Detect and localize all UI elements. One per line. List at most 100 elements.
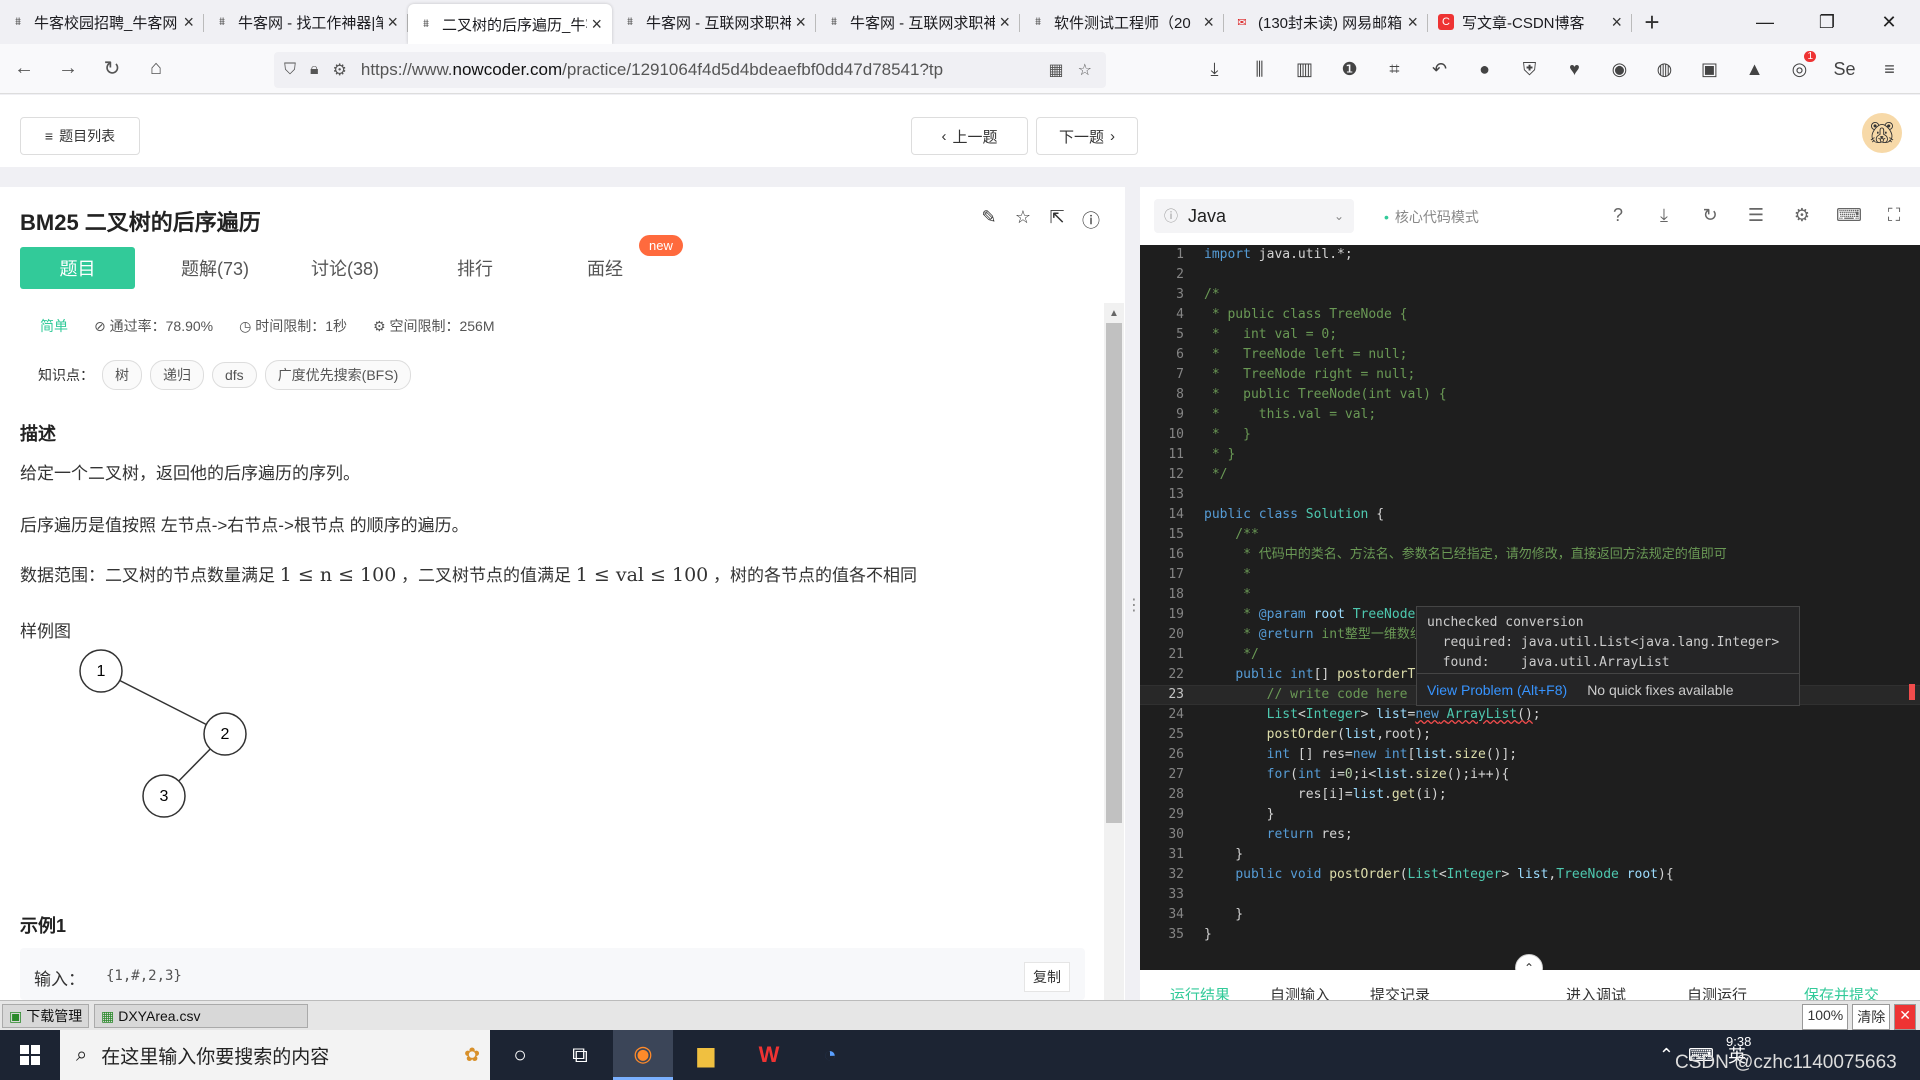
scroll-thumb[interactable] (1106, 323, 1122, 823)
close-tab-icon[interactable]: × (999, 12, 1010, 33)
extension-dots-icon[interactable]: ● (1462, 59, 1507, 80)
close-tab-icon[interactable]: × (1611, 12, 1622, 33)
close-tab-icon[interactable]: × (591, 14, 602, 35)
wps-icon[interactable]: W (739, 1030, 799, 1080)
next-problem-button[interactable]: 下一题 › (1036, 117, 1138, 155)
download-file-item[interactable]: ▦ DXYArea.csv (94, 1004, 308, 1028)
library-icon[interactable]: ⫼ (1237, 59, 1282, 80)
code-text: public class Solution { (1204, 507, 1385, 522)
reset-icon[interactable]: ↻ (1698, 205, 1722, 226)
firefox-icon[interactable]: ◉ (613, 1030, 673, 1080)
extension-shield-icon[interactable]: ⛨ (1507, 59, 1552, 80)
task-view-icon[interactable]: ⧉ (550, 1030, 610, 1080)
close-tab-icon[interactable]: × (183, 12, 194, 33)
tab-run-result[interactable]: 运行结果 (1170, 984, 1230, 1000)
forward-icon[interactable]: → (48, 49, 88, 89)
debug-button[interactable]: 进入调试 (1566, 984, 1626, 1000)
windows-start-icon[interactable] (0, 1030, 60, 1080)
new-tab-button[interactable]: + (1632, 0, 1672, 44)
globe-icon[interactable]: ◍ (1642, 59, 1687, 80)
info-icon[interactable]: ⓘ (1082, 207, 1100, 233)
tab-problem[interactable]: 题目 (20, 247, 135, 289)
download-icon[interactable]: ⤓ (1192, 59, 1237, 80)
tag-chip[interactable]: 递归 (150, 360, 204, 390)
tab-solutions[interactable]: 题解(73) (150, 247, 280, 289)
edit-icon[interactable]: ✎ (980, 207, 998, 233)
restore-icon[interactable]: ❐ (1796, 0, 1858, 44)
tag-chip[interactable]: 树 (102, 360, 142, 390)
close-tab-icon[interactable]: × (1203, 12, 1214, 33)
self-test-button[interactable]: 自测运行 (1687, 984, 1747, 1000)
browser-tab[interactable]: ⩩ 牛客校园招聘_牛客网 × (0, 0, 204, 44)
clock-time[interactable]: 9:38 (1726, 1034, 1751, 1049)
close-tab-icon[interactable]: × (1407, 12, 1418, 33)
browser-tab[interactable]: ⩩ 牛客网 - 互联网求职神 × (612, 0, 816, 44)
extension-heart-icon[interactable]: ♥ (1552, 59, 1597, 80)
close-tab-icon[interactable]: × (387, 12, 398, 33)
file-explorer-icon[interactable]: ▆ (676, 1030, 736, 1080)
taskbar-search[interactable]: ⌕ 在这里输入你要搜索的内容 ✿ (60, 1030, 490, 1080)
lock-icon[interactable]: 🔒︎ (310, 61, 319, 79)
clear-downloads-button[interactable]: 清除 (1852, 1004, 1891, 1030)
undo-icon[interactable]: ↶ (1417, 59, 1462, 80)
extension-green-icon[interactable]: ▲ (1732, 59, 1777, 80)
description-line-2: 后序遍历是值按照 左节点->右节点->根节点 的顺序的遍历。 (20, 516, 469, 535)
back-icon[interactable]: ← (4, 49, 44, 89)
language-select[interactable]: ⓘ Java ⌄ (1154, 199, 1354, 233)
browser-tab[interactable]: ⩩ 软件测试工程师（20 × (1020, 0, 1224, 44)
address-bar[interactable]: ⛉ 🔒︎ ⚙ https://www.nowcoder.com/practice… (274, 52, 1106, 88)
avatar[interactable]: 🐹︎ (1862, 113, 1902, 153)
permissions-icon[interactable]: ⚙ (333, 60, 347, 80)
browser-tab[interactable]: ⩩ 二叉树的后序遍历_牛客 × (408, 4, 612, 44)
extension-notify-icon[interactable]: ◎ 1 (1777, 50, 1822, 80)
save-submit-button[interactable]: 保存并提交 (1804, 984, 1879, 1000)
shield-icon[interactable]: ⛉ (284, 61, 296, 79)
zoom-level[interactable]: 100% (1802, 1004, 1849, 1030)
extension-gamepad-icon[interactable]: ▣ (1687, 59, 1732, 80)
share-icon[interactable]: ⇱ (1048, 207, 1066, 233)
fullscreen-icon[interactable]: ⛶ (1882, 205, 1906, 226)
close-download-bar-icon[interactable]: ✕ (1894, 1004, 1916, 1030)
selenium-icon[interactable]: Se (1822, 59, 1867, 80)
tab-submissions[interactable]: 提交记录 (1370, 984, 1430, 1000)
browser-tab[interactable]: C 写文章-CSDN博客 × (1428, 0, 1632, 44)
keyboard-icon[interactable]: ⌨ (1836, 205, 1862, 226)
browser-tab[interactable]: ⩩ 牛客网 - 找工作神器|笔 × (204, 0, 408, 44)
browser-tab[interactable]: ✉ (130封未读) 网易邮箱 × (1224, 0, 1428, 44)
prev-problem-button[interactable]: ‹ 上一题 (911, 117, 1028, 155)
format-icon[interactable]: ☰ (1744, 205, 1768, 226)
close-tab-icon[interactable]: × (795, 12, 806, 33)
bookmark-star-icon[interactable]: ☆ (1078, 60, 1092, 80)
tag-chip[interactable]: 广度优先搜索(BFS) (264, 360, 412, 390)
star-icon[interactable]: ☆ (1014, 207, 1032, 233)
problem-scrollbar[interactable]: ▲ (1104, 303, 1124, 1000)
app-clock-icon[interactable]: ◔ (800, 1030, 860, 1080)
tab-discussion[interactable]: 讨论(38) (280, 247, 410, 289)
url-text[interactable]: https://www.nowcoder.com/practice/129106… (361, 60, 1049, 80)
close-window-icon[interactable]: ✕ (1858, 0, 1920, 44)
settings-icon[interactable]: ⚙ (1790, 205, 1814, 226)
download-manager-button[interactable]: ▣ 下载管理 (2, 1004, 90, 1028)
tab-custom-input[interactable]: 自测输入 (1270, 984, 1330, 1000)
problem-list-button[interactable]: ≡ 题目列表 (20, 117, 140, 155)
scroll-up-icon[interactable]: ▲ (1104, 303, 1124, 323)
menu-icon[interactable]: ≡ (1867, 59, 1912, 80)
tag-chip[interactable]: dfs (212, 362, 257, 388)
qr-code-icon[interactable]: ▦ (1049, 60, 1064, 80)
sidebar-icon[interactable]: ▥ (1282, 59, 1327, 80)
tray-chevron-up-icon[interactable]: ⌃ (1659, 1045, 1674, 1066)
download-code-icon[interactable]: ⤓ (1652, 205, 1676, 226)
cortana-icon[interactable]: ○ (490, 1030, 550, 1080)
browser-tab[interactable]: ⩩ 牛客网 - 互联网求职神 × (816, 0, 1020, 44)
code-line: 9 * this.val = val; (1140, 405, 1920, 425)
view-problem-link[interactable]: View Problem (Alt+F8) (1427, 682, 1567, 698)
crop-icon[interactable]: ⌗ (1372, 59, 1417, 80)
tab-ranking[interactable]: 排行 (410, 247, 540, 289)
minimize-icon[interactable]: — (1734, 0, 1796, 44)
extension-circle-icon[interactable]: ◉ (1597, 59, 1642, 80)
reload-icon[interactable]: ↻ (92, 49, 132, 89)
help-icon[interactable]: ? (1606, 205, 1630, 226)
home-icon[interactable]: ⌂ (136, 49, 176, 89)
extension-1-icon[interactable]: ❶ (1327, 59, 1372, 80)
copy-button[interactable]: 复制 (1024, 962, 1070, 992)
